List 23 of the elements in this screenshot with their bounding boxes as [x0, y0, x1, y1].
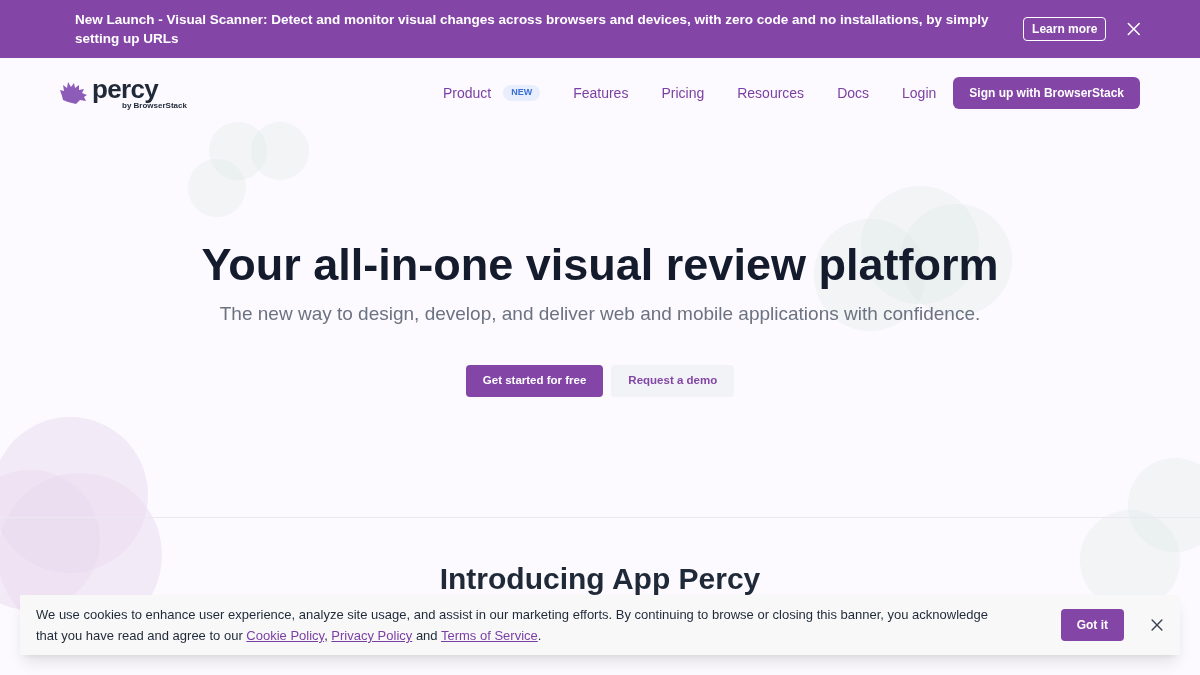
request-demo-button[interactable]: Request a demo [611, 364, 735, 397]
nav-link[interactable]: Pricing [661, 82, 705, 104]
nav-link[interactable]: Docs [837, 82, 870, 104]
close-icon[interactable] [1150, 618, 1164, 632]
nav-link[interactable]: Product [442, 82, 492, 104]
cookie-notice: We use cookies to enhance user experience, analyze site usage, and assist in our marketing efforts. By continuing to browse or closing this banner, you acknowledge that you have read and agree to our Cookie Policy, Privacy Policy and Terms of Service. [36, 606, 989, 645]
nav-link[interactable]: Resources [737, 82, 805, 104]
policy-link[interactable]: Privacy Policy [331, 628, 413, 643]
porcupine-logo-icon [60, 82, 88, 104]
nav-link[interactable]: Login [902, 82, 937, 104]
announcement-text: New Launch - Visual Scanner: Detect and monitor visual changes across browsers and devices, with zero code and no installations, by simply setting up URLs [75, 11, 990, 48]
got-it-button[interactable]: Got it [1060, 609, 1124, 641]
nav-link[interactable]: Features [573, 82, 629, 104]
section-heading: Introducing App Percy [438, 561, 762, 597]
new-badge: NEW [503, 85, 541, 101]
hero-subtitle: The new way to design, develop, and deliver web and mobile applications with confidence. [219, 302, 981, 326]
signup-button[interactable]: Sign up with BrowserStack [953, 77, 1140, 109]
hero-title: Your all-in-one visual review platform [201, 238, 999, 292]
close-icon[interactable] [1126, 21, 1142, 37]
learn-more-button[interactable]: Learn more [1023, 17, 1107, 41]
get-started-button[interactable]: Get started for free [465, 364, 604, 397]
policy-link[interactable]: Terms of Service [440, 628, 538, 643]
logo-wordmark: percy [92, 76, 159, 101]
